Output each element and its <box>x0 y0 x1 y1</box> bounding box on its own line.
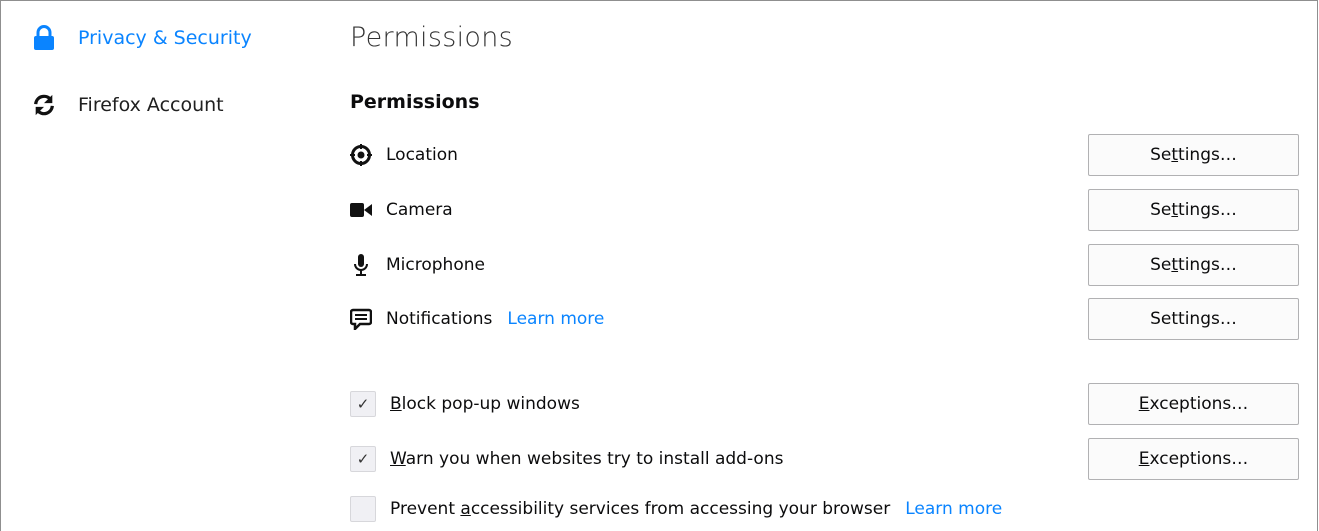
sidebar-item-label: Privacy & Security <box>78 27 252 49</box>
sidebar-item-label: Firefox Account <box>78 94 224 116</box>
label-text: lock pop-up windows <box>401 394 580 414</box>
lock-icon <box>32 25 56 51</box>
notifications-learn-more-link[interactable]: Learn more <box>507 309 604 329</box>
permission-row-notifications: Notifications Learn more <box>350 308 604 330</box>
warn-addons-option[interactable]: ✓ Warn you when websites try to install … <box>350 446 783 472</box>
addons-exceptions-button[interactable]: Exceptions… <box>1088 438 1299 480</box>
button-label-part: Se <box>1150 145 1172 165</box>
permission-label: Microphone <box>386 255 485 275</box>
notifications-icon <box>350 308 372 330</box>
microphone-icon <box>350 254 372 276</box>
sidebar-item-firefox-account[interactable]: Firefox Account <box>32 92 224 118</box>
button-label: Settings… <box>1150 309 1237 329</box>
prevent-accessibility-checkbox[interactable] <box>350 496 376 522</box>
option-label: Block pop-up windows <box>390 394 580 414</box>
location-icon <box>350 144 372 166</box>
permission-label: Camera <box>386 200 453 220</box>
checkmark-icon: ✓ <box>356 395 370 413</box>
sync-icon <box>32 92 56 118</box>
block-popups-checkbox[interactable]: ✓ <box>350 391 376 417</box>
button-label-part: Se <box>1150 255 1172 275</box>
warn-addons-checkbox[interactable]: ✓ <box>350 446 376 472</box>
notifications-settings-button[interactable]: Settings… <box>1088 298 1299 340</box>
label-access-key: W <box>390 449 406 469</box>
section-title: Permissions <box>350 91 480 113</box>
option-label: Warn you when websites try to install ad… <box>390 449 783 469</box>
popup-exceptions-button[interactable]: Exceptions… <box>1088 383 1299 425</box>
sidebar-item-privacy-security[interactable]: Privacy & Security <box>32 25 252 51</box>
page-title: Permissions <box>350 22 513 53</box>
camera-icon <box>350 199 372 221</box>
permission-label: Notifications <box>386 309 493 329</box>
permission-row-camera: Camera <box>350 199 453 221</box>
button-access-key: t <box>1171 145 1179 165</box>
button-access-key: t <box>1171 255 1179 275</box>
prevent-accessibility-option[interactable]: Prevent accessibility services from acce… <box>350 496 1002 522</box>
label-text: Prevent <box>390 499 461 519</box>
camera-settings-button[interactable]: Se t tings… <box>1088 189 1299 231</box>
label-text: arn you when websites try to install add… <box>405 449 784 469</box>
button-label-part: tings… <box>1178 255 1237 275</box>
button-label-part: Se <box>1150 200 1172 220</box>
label-text: ccessibility services from accessing you… <box>470 499 891 519</box>
button-label-part: xceptions… <box>1149 449 1249 469</box>
button-access-key: E <box>1138 449 1150 469</box>
permission-row-microphone: Microphone <box>350 254 485 276</box>
label-access-key: B <box>390 394 402 414</box>
microphone-settings-button[interactable]: Se t tings… <box>1088 244 1299 286</box>
button-access-key: t <box>1171 200 1179 220</box>
button-label-part: tings… <box>1178 200 1237 220</box>
checkmark-icon: ✓ <box>356 450 370 468</box>
location-settings-button[interactable]: Se t tings… <box>1088 134 1299 176</box>
button-access-key: E <box>1138 394 1150 414</box>
permission-row-location: Location <box>350 144 458 166</box>
label-access-key: a <box>460 499 471 519</box>
option-label: Prevent accessibility services from acce… <box>390 499 890 519</box>
button-label-part: xceptions… <box>1149 394 1249 414</box>
permission-label: Location <box>386 145 458 165</box>
block-popups-option[interactable]: ✓ Block pop-up windows <box>350 391 580 417</box>
accessibility-learn-more-link[interactable]: Learn more <box>905 499 1002 519</box>
button-label-part: tings… <box>1178 145 1237 165</box>
